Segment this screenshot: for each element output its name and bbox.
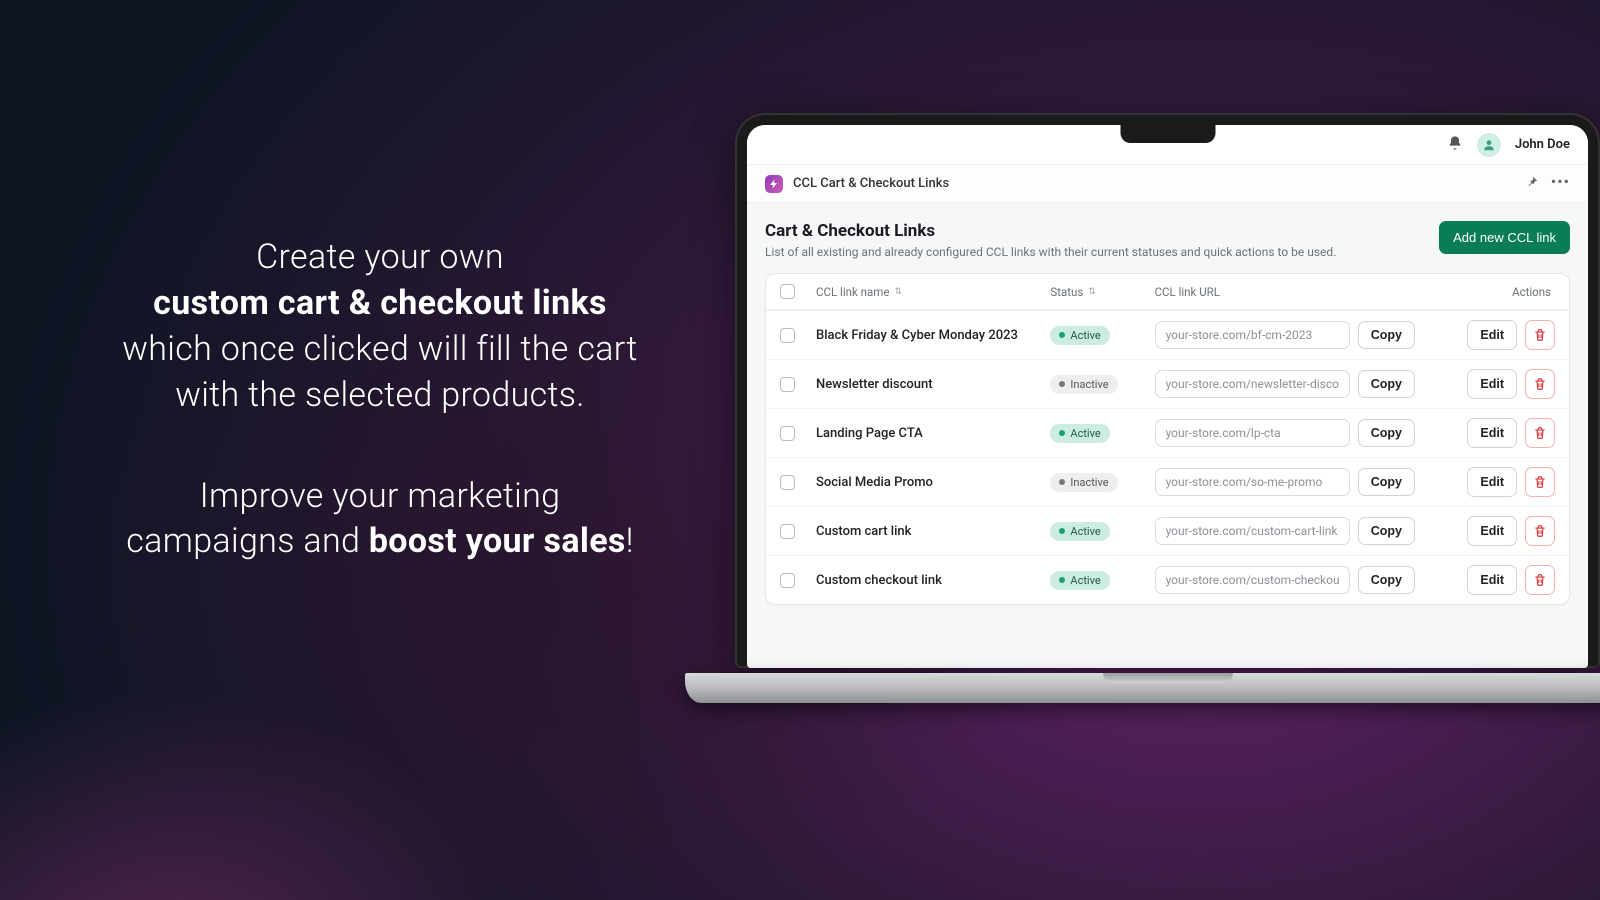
status-badge: Inactive	[1050, 375, 1117, 394]
app-title: CCL Cart & Checkout Links	[793, 176, 949, 191]
marketing-line: campaigns and	[126, 521, 369, 561]
sort-icon: ⇅	[894, 287, 902, 297]
status-badge: Active	[1050, 424, 1109, 443]
ccl-link-name: Landing Page CTA	[816, 426, 1050, 441]
column-header-status[interactable]: Status⇅	[1050, 285, 1154, 299]
ccl-link-name: Custom checkout link	[816, 573, 1050, 588]
edit-button[interactable]: Edit	[1467, 320, 1517, 350]
copy-button[interactable]: Copy	[1358, 517, 1415, 545]
column-header-name[interactable]: CCL link name⇅	[816, 285, 1050, 299]
table-header: CCL link name⇅ Status⇅ CCL link URL Acti…	[766, 274, 1569, 310]
delete-button[interactable]	[1525, 418, 1555, 448]
add-new-ccl-link-button[interactable]: Add new CCL link	[1439, 221, 1570, 254]
edit-button[interactable]: Edit	[1467, 565, 1517, 595]
pin-icon[interactable]	[1525, 174, 1539, 193]
marketing-line: with the selected products.	[80, 373, 680, 419]
laptop-mockup: John Doe CCL Cart & Checkout Links •••	[735, 113, 1600, 703]
ccl-link-url-field[interactable]	[1155, 517, 1350, 545]
ccl-link-url-field[interactable]	[1155, 566, 1350, 594]
page-title: Cart & Checkout Links	[765, 221, 1336, 241]
delete-button[interactable]	[1525, 369, 1555, 399]
column-header-url: CCL link URL	[1155, 285, 1415, 299]
trash-icon	[1533, 328, 1547, 342]
sort-icon: ⇅	[1088, 287, 1096, 297]
marketing-line: !	[626, 521, 634, 561]
row-checkbox[interactable]	[780, 377, 795, 392]
notifications-icon[interactable]	[1447, 135, 1463, 155]
table-row: Landing Page CTAActive Copy Edit	[766, 408, 1569, 457]
app-bar: CCL Cart & Checkout Links •••	[747, 165, 1588, 203]
delete-button[interactable]	[1525, 320, 1555, 350]
trash-icon	[1533, 524, 1547, 538]
ccl-link-name: Newsletter discount	[816, 377, 1050, 392]
table-row: Social Media PromoInactive Copy Edit	[766, 457, 1569, 506]
ccl-link-name: Black Friday & Cyber Monday 2023	[816, 328, 1050, 343]
page-subtitle: List of all existing and already configu…	[765, 245, 1336, 259]
row-checkbox[interactable]	[780, 524, 795, 539]
ccl-link-name: Social Media Promo	[816, 475, 1050, 490]
table-row: Custom checkout linkActive Copy Edit	[766, 555, 1569, 604]
marketing-line-strong: custom cart & checkout links	[153, 283, 607, 323]
row-checkbox[interactable]	[780, 328, 795, 343]
ccl-links-table: CCL link name⇅ Status⇅ CCL link URL Acti…	[765, 273, 1570, 605]
row-checkbox[interactable]	[780, 475, 795, 490]
ccl-link-url-field[interactable]	[1155, 370, 1350, 398]
laptop-notch	[1120, 125, 1215, 143]
marketing-line: Create your own	[80, 235, 680, 281]
row-checkbox[interactable]	[780, 426, 795, 441]
select-all-checkbox[interactable]	[780, 284, 795, 299]
ccl-link-url-field[interactable]	[1155, 419, 1350, 447]
trash-icon	[1533, 573, 1547, 587]
trash-icon	[1533, 377, 1547, 391]
trash-icon	[1533, 426, 1547, 440]
marketing-line: Improve your marketing	[80, 474, 680, 520]
ccl-link-url-field[interactable]	[1155, 468, 1350, 496]
trash-icon	[1533, 475, 1547, 489]
marketing-line-strong: boost your sales	[369, 521, 626, 561]
marketing-line: which once clicked will fill the cart	[80, 327, 680, 373]
edit-button[interactable]: Edit	[1467, 418, 1517, 448]
ccl-link-name: Custom cart link	[816, 524, 1050, 539]
avatar[interactable]	[1477, 133, 1501, 157]
table-row: Newsletter discountInactive Copy Edit	[766, 359, 1569, 408]
user-name: John Doe	[1515, 137, 1570, 152]
edit-button[interactable]: Edit	[1467, 516, 1517, 546]
copy-button[interactable]: Copy	[1358, 370, 1415, 398]
edit-button[interactable]: Edit	[1467, 467, 1517, 497]
table-row: Black Friday & Cyber Monday 2023Active Co…	[766, 310, 1569, 359]
copy-button[interactable]: Copy	[1358, 566, 1415, 594]
laptop-base	[685, 673, 1600, 703]
status-badge: Active	[1050, 571, 1109, 590]
copy-button[interactable]: Copy	[1358, 419, 1415, 447]
status-badge: Active	[1050, 522, 1109, 541]
delete-button[interactable]	[1525, 467, 1555, 497]
copy-button[interactable]: Copy	[1358, 468, 1415, 496]
more-icon[interactable]: •••	[1551, 174, 1570, 193]
table-row: Custom cart linkActive Copy Edit	[766, 506, 1569, 555]
app-icon	[765, 175, 783, 193]
marketing-copy: Create your own custom cart & checkout l…	[80, 235, 680, 565]
edit-button[interactable]: Edit	[1467, 369, 1517, 399]
ccl-link-url-field[interactable]	[1155, 321, 1350, 349]
row-checkbox[interactable]	[780, 573, 795, 588]
copy-button[interactable]: Copy	[1358, 321, 1415, 349]
status-badge: Inactive	[1050, 473, 1117, 492]
status-badge: Active	[1050, 326, 1109, 345]
delete-button[interactable]	[1525, 565, 1555, 595]
delete-button[interactable]	[1525, 516, 1555, 546]
column-header-actions: Actions	[1512, 285, 1555, 299]
